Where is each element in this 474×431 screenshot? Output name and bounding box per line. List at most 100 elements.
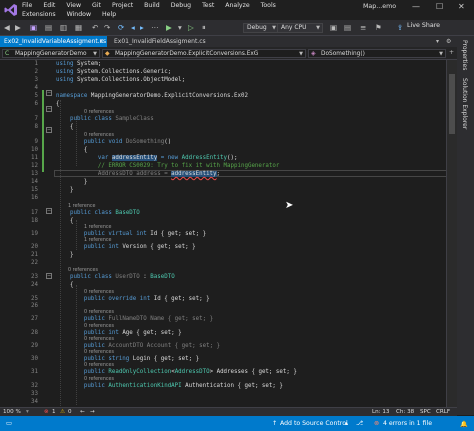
error-icon: ⊗ <box>44 409 49 415</box>
tab-ex01[interactable]: Ex01_InvalidFieldAssigment.cs <box>110 36 210 47</box>
properties-tab[interactable]: Properties <box>461 40 468 70</box>
branch-icon[interactable]: ⎇ <box>356 420 363 427</box>
add-to-source-control-button[interactable]: Add to Source Control <box>280 420 348 427</box>
member-dropdown[interactable]: ◈ DoSomething() ▼ <box>308 49 446 58</box>
menu-extensions[interactable]: Extensions <box>22 10 56 19</box>
open-icon[interactable]: ▤ <box>45 22 52 33</box>
maximize-button[interactable]: ☐ <box>436 2 443 11</box>
error-count[interactable]: 1 <box>52 409 56 416</box>
codelens-references[interactable]: 0 references <box>84 290 114 295</box>
codelens-references[interactable]: 0 references <box>84 324 114 329</box>
back-arrow-icon[interactable]: ← <box>80 409 85 416</box>
redo-icon[interactable]: ↷ <box>104 22 110 33</box>
whitespace-mode[interactable]: SPC <box>420 409 431 416</box>
forward-icon[interactable]: ▶ <box>15 22 21 33</box>
menu-file[interactable]: File <box>22 1 32 10</box>
undo-icon[interactable]: ↶ <box>92 22 98 33</box>
menu-help[interactable]: Help <box>102 10 116 19</box>
error-summary[interactable]: 4 errors in 1 file <box>383 420 432 427</box>
warning-count[interactable]: 0 <box>68 409 72 416</box>
live-share-icon[interactable]: ⇪ <box>397 22 403 33</box>
configuration-select[interactable]: Debug ▼ <box>243 23 279 33</box>
codelens-references[interactable]: 0 references <box>84 133 114 138</box>
menu-build[interactable]: Build <box>144 1 160 10</box>
project-dropdown[interactable]: C MappingGeneratorDemo ▼ <box>2 49 100 58</box>
line-number: 7 <box>34 116 39 122</box>
new-item-icon[interactable]: ▣ <box>30 22 37 33</box>
code-line: { <box>56 124 74 130</box>
codelens-references[interactable]: 0 references <box>84 363 114 368</box>
close-window-button[interactable]: ✕ <box>458 2 465 11</box>
codelens-references[interactable]: 0 references <box>84 110 114 115</box>
fold-toggle[interactable]: − <box>46 106 52 112</box>
fold-toggle[interactable]: − <box>46 273 52 279</box>
back-icon[interactable]: ◀ <box>4 22 10 33</box>
notifications-icon[interactable]: 🔔 <box>460 420 468 428</box>
visual-studio-logo-icon <box>4 4 17 16</box>
line-number[interactable]: Ln: 13 <box>372 409 389 416</box>
split-icon[interactable]: + <box>449 49 454 57</box>
tab-ex02[interactable]: Ex02_InvalidVariableAssigment.cs × <box>0 36 107 47</box>
comment-icon[interactable]: ≡ <box>360 22 366 33</box>
save-icon[interactable]: ▥ <box>60 22 67 33</box>
code-text: Id { get; set; } <box>153 296 210 302</box>
code-editor[interactable]: 1 2 3 4 5 6 7 8 9 10 11 12 13 14 15 16 17 18 19 20 21 22 23 24 2… <box>0 60 457 407</box>
codelens-references[interactable]: 0 references <box>84 337 114 342</box>
forward-arrow-icon[interactable]: ▸ <box>140 22 144 33</box>
minimize-button[interactable]: — <box>412 2 420 11</box>
back-arrow-icon[interactable]: ◂ <box>131 22 135 33</box>
keyword: public <box>56 343 109 349</box>
menu-edit[interactable]: Edit <box>43 1 55 10</box>
forward-arrow-icon[interactable]: → <box>90 409 95 416</box>
scrollbar-thumb[interactable] <box>449 74 455 134</box>
method-icon: ◈ <box>311 50 316 57</box>
code-line: public ReadOnlyCollection<AddressDTO> Ad… <box>56 369 297 375</box>
menu-analyze[interactable]: Analyze <box>225 1 249 10</box>
attach-icon[interactable]: ▣ <box>330 22 337 33</box>
settings-icon[interactable]: ⚙ <box>446 36 451 47</box>
menu-tools[interactable]: Tools <box>261 1 276 10</box>
menu-git[interactable]: Git <box>92 1 101 10</box>
warning-icon: ⚠ <box>60 409 66 415</box>
codelens-references[interactable]: 0 references <box>84 350 114 355</box>
close-icon[interactable]: × <box>99 36 104 47</box>
column-number[interactable]: Ch: 38 <box>396 409 414 416</box>
fold-toggle[interactable]: − <box>46 90 52 96</box>
bookmark-icon[interactable]: ⚑ <box>375 22 382 33</box>
refresh-icon[interactable]: ⟳ <box>118 22 124 33</box>
codelens-references[interactable]: 1 reference <box>84 225 111 230</box>
zoom-level[interactable]: 100 % <box>3 409 21 416</box>
menu-window[interactable]: Window <box>67 10 91 19</box>
layout-icon[interactable]: ▤ <box>344 22 351 33</box>
vertical-scrollbar[interactable] <box>446 60 457 407</box>
keyword: using <box>56 61 74 67</box>
line-number: 6 <box>34 101 39 107</box>
pause-icon[interactable]: ⏸ <box>202 22 206 33</box>
solution-explorer-tab[interactable]: Solution Explorer <box>461 78 468 129</box>
tab-list-icon[interactable]: ▾ <box>436 36 439 47</box>
live-share-button[interactable]: Live Share <box>407 22 440 29</box>
platform-select[interactable]: Any CPU ▼ <box>277 23 323 33</box>
codelens-references[interactable]: 1 reference <box>68 204 95 209</box>
start-without-debug-icon[interactable]: ▷ <box>188 22 194 33</box>
menu-project[interactable]: Project <box>112 1 133 10</box>
dropdown-icon[interactable]: ▾ <box>178 22 182 33</box>
save-all-icon[interactable]: ▦ <box>75 22 82 33</box>
line-endings[interactable]: CRLF <box>436 409 450 416</box>
source-control-icon[interactable]: ▭ <box>6 420 12 427</box>
code-line: { <box>56 282 74 288</box>
class-dropdown[interactable]: ◆ MappingGeneratorDemo.ExplicitConversion… <box>102 49 306 58</box>
run-icon[interactable]: ▶ <box>166 22 172 33</box>
codelens-references[interactable]: 1 reference <box>84 238 111 243</box>
step-icon[interactable]: ⋯ <box>151 22 159 33</box>
codelens-references[interactable]: 0 references <box>68 268 98 273</box>
fold-toggle[interactable]: − <box>46 208 52 214</box>
codelens-references[interactable]: 0 references <box>84 310 114 315</box>
type-name: BaseDTO <box>150 274 175 280</box>
menu-test[interactable]: Test <box>202 1 214 10</box>
menu-debug[interactable]: Debug <box>171 1 191 10</box>
codelens-references[interactable]: 0 references <box>84 377 114 382</box>
code-text: { <box>56 147 88 153</box>
menu-view[interactable]: View <box>66 1 81 10</box>
fold-toggle[interactable]: − <box>46 127 52 133</box>
